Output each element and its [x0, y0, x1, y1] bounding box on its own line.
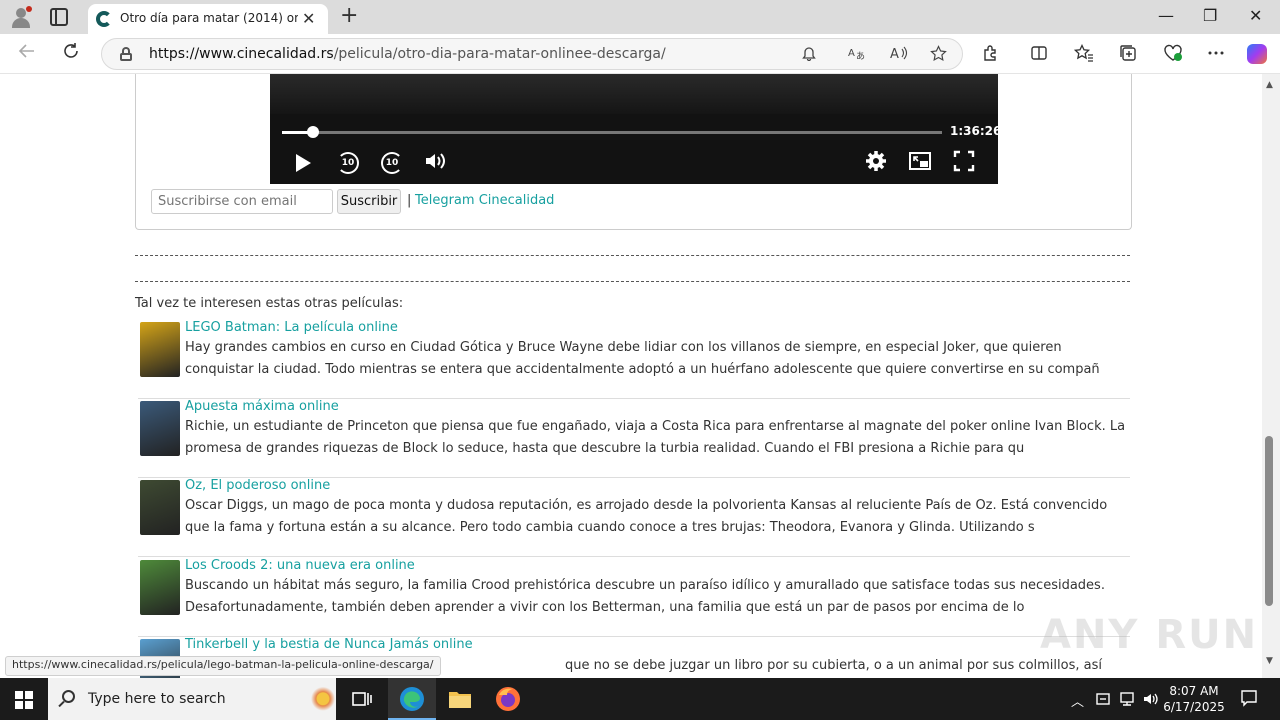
tab-close-button[interactable]: ✕ [302, 9, 315, 28]
movie-poster[interactable] [140, 560, 180, 615]
refresh-button[interactable] [62, 42, 80, 65]
settings-gear-icon[interactable] [865, 150, 887, 177]
picture-in-picture-icon[interactable] [909, 150, 931, 177]
link-status-bar: https://www.cinecalidad.rs/pelicula/lego… [5, 656, 441, 676]
movie-poster[interactable] [140, 322, 180, 377]
file-explorer-icon[interactable] [446, 685, 474, 713]
movie-title-link[interactable]: Oz, El poderoso online [185, 478, 330, 493]
firefox-icon[interactable] [494, 685, 522, 713]
read-aloud-icon[interactable]: A [890, 45, 908, 65]
new-tab-button[interactable]: + [340, 3, 358, 28]
cinecalidad-favicon-icon [96, 11, 112, 27]
list-item[interactable]: Apuesta máxima online Richie, un estudia… [138, 399, 1130, 478]
video-duration: 1:36:26 [950, 124, 1002, 138]
translate-icon[interactable]: Aあ [848, 45, 866, 65]
clock-date: 6/17/2025 [1163, 700, 1225, 714]
progress-knob[interactable] [307, 126, 320, 138]
email-field[interactable] [151, 189, 333, 214]
movie-poster[interactable] [140, 401, 180, 456]
scrollbar-thumb[interactable] [1265, 436, 1273, 606]
movie-title-link[interactable]: Apuesta máxima online [185, 399, 339, 414]
page-scrollbar[interactable]: ▲ ▼ [1262, 74, 1280, 678]
movie-title-link[interactable]: LEGO Batman: La película online [185, 320, 398, 335]
restore-button[interactable]: ❐ [1203, 6, 1217, 25]
movie-description: Buscando un hábitat más seguro, la famil… [185, 578, 1105, 615]
list-item[interactable]: LEGO Batman: La película online Hay gran… [138, 320, 1130, 399]
network-icon[interactable] [1118, 691, 1136, 711]
search-placeholder: Type here to search [88, 691, 226, 707]
close-window-button[interactable]: ✕ [1249, 6, 1262, 25]
tab-bar: Otro día para matar (2014) online ✕ + — … [0, 0, 1280, 34]
search-highlight-icon [310, 686, 336, 718]
tray-app-icon[interactable] [1095, 691, 1111, 711]
edge-icon[interactable] [398, 685, 426, 713]
show-hidden-icons-icon[interactable]: ︿ [1071, 691, 1084, 710]
profile-icon[interactable] [12, 6, 32, 28]
divider [135, 281, 1130, 282]
windows-start-icon[interactable] [15, 691, 33, 709]
favorites-icon[interactable] [1073, 43, 1094, 66]
movie-description: que no se debe juzgar un libro por su cu… [565, 658, 1102, 673]
scroll-up-icon[interactable]: ▲ [1266, 80, 1273, 90]
task-view-icon[interactable] [348, 685, 376, 713]
separator: | [407, 193, 412, 208]
clock-time: 8:07 AM [1169, 684, 1219, 698]
divider [135, 255, 1130, 256]
fullscreen-icon[interactable] [953, 150, 975, 177]
play-icon[interactable] [296, 154, 311, 172]
copilot-icon[interactable] [1247, 44, 1267, 64]
related-heading: Tal vez te interesen estas otras películ… [135, 296, 404, 311]
navigation-bar: https://www.cinecalidad.rs/pelicula/otro… [0, 34, 1280, 74]
subscribe-button[interactable]: Suscribir [337, 189, 401, 214]
extensions-icon[interactable] [982, 44, 1000, 66]
back-button[interactable] [18, 42, 36, 65]
list-item[interactable]: Los Croods 2: una nueva era online Busca… [138, 558, 1130, 637]
lock-icon[interactable] [120, 47, 132, 61]
rewind-10-icon[interactable]: 10 [337, 152, 359, 174]
svg-text:A: A [890, 47, 899, 61]
notification-center-icon[interactable] [1240, 689, 1258, 711]
list-item[interactable]: Oz, El poderoso online Oscar Diggs, un m… [138, 478, 1130, 557]
movie-description: Richie, un estudiante de Princeton que p… [185, 419, 1126, 456]
minimize-button[interactable]: — [1158, 6, 1174, 25]
movie-description: Hay grandes cambios en curso en Ciudad G… [185, 340, 1100, 377]
favorite-star-icon[interactable] [930, 45, 947, 66]
notifications-icon[interactable] [802, 45, 816, 65]
movie-title-link[interactable]: Tinkerbell y la bestia de Nunca Jamás on… [185, 637, 473, 652]
movie-description: Oscar Diggs, un mago de poca monta y dud… [185, 498, 1108, 535]
url-text[interactable]: https://www.cinecalidad.rs/pelicula/otro… [149, 46, 666, 62]
taskbar-search[interactable]: Type here to search [48, 678, 336, 720]
taskbar-clock[interactable]: 8:07 AM 6/17/2025 [1162, 683, 1226, 715]
settings-menu-icon[interactable] [1207, 44, 1225, 66]
scroll-down-icon[interactable]: ▼ [1266, 656, 1273, 666]
tab-title: Otro día para matar (2014) online [120, 11, 298, 25]
address-bar[interactable]: https://www.cinecalidad.rs/pelicula/otro… [101, 38, 963, 70]
forward-10-icon[interactable]: 10 [381, 152, 403, 174]
tab-active[interactable]: Otro día para matar (2014) online ✕ [88, 4, 328, 34]
anyrun-watermark: ANY RUN [1040, 612, 1259, 658]
volume-tray-icon[interactable] [1142, 691, 1160, 711]
taskbar: Type here to search ︿ 8:07 AM 6/17/2025 [0, 678, 1280, 720]
collections-icon[interactable] [1119, 44, 1137, 66]
movie-title-link[interactable]: Los Croods 2: una nueva era online [185, 558, 415, 573]
web-page: 1:36:26 10 10 Suscribir | Telegram Cinec… [0, 74, 1262, 678]
svg-text:あ: あ [856, 51, 865, 61]
search-icon [62, 690, 75, 703]
svg-text:A: A [848, 48, 855, 59]
video-progress-bar[interactable] [282, 126, 942, 138]
telegram-link[interactable]: Telegram Cinecalidad [415, 193, 554, 208]
split-screen-icon[interactable] [1030, 44, 1048, 66]
movie-poster[interactable] [140, 480, 180, 535]
volume-icon[interactable] [424, 150, 448, 177]
tab-actions-icon[interactable] [50, 8, 68, 26]
video-player[interactable]: 1:36:26 10 10 [270, 74, 1002, 184]
browser-essentials-icon[interactable] [1163, 44, 1183, 66]
